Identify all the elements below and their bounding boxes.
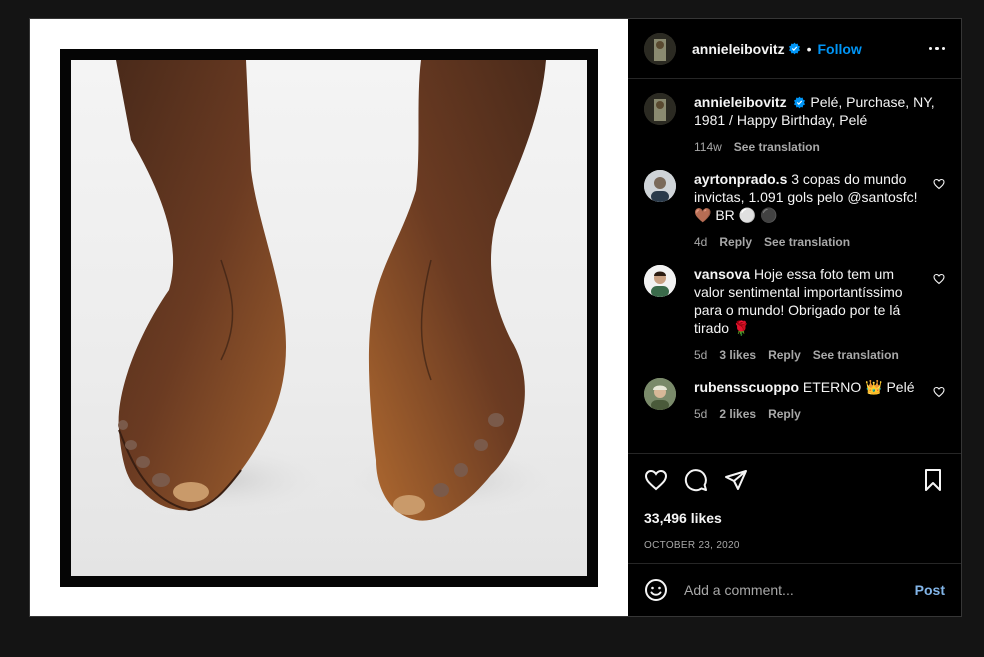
heart-icon[interactable] — [644, 468, 668, 492]
avatar-image — [644, 378, 676, 410]
comment-username[interactable]: rubensscuoppo — [694, 379, 799, 395]
comment-username[interactable]: vansova — [694, 266, 750, 282]
caption-avatar[interactable] — [644, 93, 676, 125]
post-date[interactable]: OCTOBER 23, 2020 — [644, 540, 945, 551]
comment-text: ETERNO 👑 Pelé — [802, 379, 915, 395]
photo-frame — [60, 49, 598, 587]
reply-button[interactable]: Reply — [768, 405, 801, 423]
comment-time[interactable]: 4d — [694, 233, 707, 251]
like-comment-heart-icon[interactable] — [933, 386, 945, 398]
caption-time[interactable]: 114w — [694, 138, 722, 156]
see-translation-link[interactable]: See translation — [734, 138, 820, 156]
like-comment-heart-icon[interactable] — [933, 178, 945, 190]
caption-username[interactable]: annieleibovitz — [694, 94, 787, 110]
post-photo — [71, 60, 587, 576]
comment-body: ayrtonprado.s 3 copas do mundo invictas,… — [694, 170, 945, 251]
comments-list[interactable]: annieleibovitz Pelé, Purchase, NY, 1981 … — [628, 79, 961, 453]
avatar-image — [644, 265, 676, 297]
comment-time[interactable]: 5d — [694, 346, 707, 364]
follow-button[interactable]: Follow — [817, 41, 861, 57]
comment-body: vansova Hoje essa foto tem um valor sent… — [694, 265, 945, 364]
verified-badge-icon — [794, 96, 806, 109]
post-comment-button[interactable]: Post — [915, 582, 945, 598]
comment-composer: Post — [628, 563, 961, 616]
bookmark-icon[interactable] — [921, 468, 945, 492]
author-avatar[interactable] — [644, 32, 676, 65]
feet-photo-illustration — [101, 60, 571, 521]
separator-dot: • — [806, 40, 812, 57]
comment-username[interactable]: ayrtonprado.s — [694, 171, 787, 187]
comment-avatar[interactable] — [644, 170, 676, 202]
emoji-icon[interactable] — [644, 578, 668, 602]
comment-likes[interactable]: 2 likes — [719, 405, 756, 423]
more-options-icon[interactable] — [928, 46, 945, 51]
action-bar — [644, 466, 945, 494]
comment-item: rubensscuoppo ETERNO 👑 Pelé 5d 2 likes R… — [644, 378, 945, 423]
actions-area: 33,496 likes OCTOBER 23, 2020 — [628, 453, 961, 563]
share-icon[interactable] — [724, 468, 748, 492]
comment-avatar[interactable] — [644, 265, 676, 297]
author-username[interactable]: annieleibovitz — [692, 41, 785, 57]
comment-input[interactable] — [682, 581, 915, 599]
comment-time[interactable]: 5d — [694, 405, 707, 423]
reply-button[interactable]: Reply — [719, 233, 752, 251]
avatar-image — [644, 32, 676, 65]
comment-body: rubensscuoppo ETERNO 👑 Pelé 5d 2 likes R… — [694, 378, 945, 423]
like-comment-heart-icon[interactable] — [933, 273, 945, 285]
verified-badge-icon — [788, 42, 800, 55]
post-header: annieleibovitz • Follow — [628, 19, 961, 79]
post-modal: annieleibovitz • Follow annieleibovitz P… — [29, 18, 962, 617]
comment-meta: 5d 3 likes Reply See translation — [694, 346, 923, 364]
reply-button[interactable]: Reply — [768, 346, 801, 364]
avatar-image — [644, 93, 676, 125]
comment-icon[interactable] — [684, 468, 708, 492]
comment-avatar[interactable] — [644, 378, 676, 410]
avatar-image — [644, 170, 676, 202]
comment-item: ayrtonprado.s 3 copas do mundo invictas,… — [644, 170, 945, 251]
comment-meta: 4d Reply See translation — [694, 233, 923, 251]
caption-meta: 114w See translation — [694, 138, 945, 156]
likes-count[interactable]: 33,496 likes — [644, 510, 945, 526]
post-side-panel: annieleibovitz • Follow annieleibovitz P… — [628, 19, 961, 616]
caption-body: annieleibovitz Pelé, Purchase, NY, 1981 … — [694, 93, 945, 156]
see-translation-link[interactable]: See translation — [813, 346, 899, 364]
caption: annieleibovitz Pelé, Purchase, NY, 1981 … — [644, 93, 945, 156]
comment-meta: 5d 2 likes Reply — [694, 405, 923, 423]
comment-likes[interactable]: 3 likes — [719, 346, 756, 364]
see-translation-link[interactable]: See translation — [764, 233, 850, 251]
post-media[interactable] — [30, 19, 628, 616]
comment-item: vansova Hoje essa foto tem um valor sent… — [644, 265, 945, 364]
